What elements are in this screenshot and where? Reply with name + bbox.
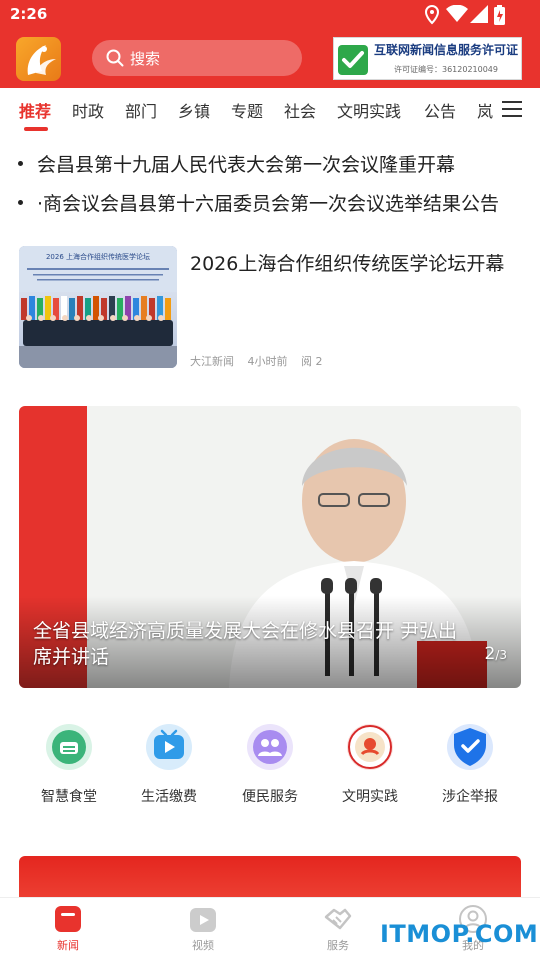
status-bar: 2:26 [0,0,540,30]
carousel-caption: 全省县域经济高质量发展大会在修水县召开 尹弘出席并讲话 [33,620,458,668]
license-title: 互联网新闻信息服务许可证 [374,43,519,57]
news-thumbnail[interactable]: 2026 上海合作组织传统医学论坛 [19,246,177,368]
tab-towns[interactable]: 乡镇 [178,98,210,122]
handshake-icon [323,904,353,934]
headline-carousel[interactable]: 全省县域经济高质量发展大会在修水县召开 尹弘出席并讲话 2/3 [19,406,521,688]
site-watermark: ITMOP.COM [380,920,539,948]
nav-label: 新闻 [57,939,79,952]
carousel-page-total: /3 [495,648,507,662]
carousel-page-current: 2 [484,644,496,664]
app-logo-icon [27,45,56,75]
app-header: 2:26 搜索 互联网新闻信息服务许可证 许可证编号：36120210049 [0,0,540,88]
app-logo[interactable] [16,37,61,81]
news-icon [53,904,83,934]
news-source: 大江新闻 [190,355,234,368]
nav-services[interactable]: 服务 [303,904,373,953]
category-tabs: 推荐 时政 部门 乡镇 专题 社会 文明实践 公告 岚 [0,88,540,132]
location-icon [424,5,440,25]
tv-payment-icon [146,724,192,770]
service-label: 文明实践 [342,789,398,805]
service-civilization[interactable]: 文明实践 [320,724,420,806]
carousel-page-indicator: 2/3 [484,644,507,664]
status-icons [424,5,508,27]
news-reads: 阅 2 [301,355,323,368]
battery-icon [494,5,505,25]
tab-society[interactable]: 社会 [284,98,316,122]
service-label: 便民服务 [242,789,298,805]
wifi-icon [446,5,468,22]
canteen-icon [46,724,92,770]
service-label: 智慧食堂 [41,789,97,805]
search-bar[interactable]: 搜索 [92,40,302,76]
search-icon [106,49,124,67]
video-icon [188,904,218,934]
tab-lan[interactable]: 岚 [477,98,493,122]
service-enterprise-report[interactable]: 涉企举报 [420,724,520,806]
service-convenience[interactable]: 便民服务 [220,724,320,806]
service-canteen[interactable]: 智慧食堂 [19,724,119,806]
nav-label: 视频 [192,939,214,952]
thumb-banner-text: 2026 上海合作组织传统医学论坛 [46,252,150,261]
nav-video[interactable]: 视频 [168,904,238,953]
tab-civilization[interactable]: 文明实践 [337,98,401,122]
license-code: 许可证编号：36120210049 [394,65,498,74]
service-label: 涉企举报 [442,789,498,805]
service-label: 生活缴费 [141,789,197,805]
search-placeholder: 搜索 [130,50,161,68]
tab-politics[interactable]: 时政 [72,98,104,122]
tab-topics[interactable]: 专题 [231,98,263,122]
check-icon [338,45,368,75]
service-payment[interactable]: 生活缴费 [119,724,219,806]
bullet-dot [18,200,23,205]
bullet-dot [18,161,23,166]
shield-check-icon [447,724,493,770]
news-meta: 大江新闻 4小时前 阅 2 [190,353,333,369]
signal-icon [470,5,488,23]
status-time: 2:26 [10,5,48,23]
news-title[interactable]: 2026上海合作组织传统医学论坛开幕 [190,249,530,276]
headline-item[interactable]: ·商会议会昌县第十六届委员会第一次会议选举结果公告 [18,189,528,216]
nav-label: 服务 [327,939,349,952]
tab-announcements[interactable]: 公告 [424,98,456,122]
people-service-icon [247,724,293,770]
civilization-emblem-icon [347,724,393,770]
tab-departments[interactable]: 部门 [125,98,157,122]
menu-icon[interactable] [502,101,522,117]
headline-text: 会昌县第十九届人民代表大会第一次会议隆重开幕 [37,154,456,176]
nav-news[interactable]: 新闻 [33,904,103,953]
news-time: 4小时前 [247,355,288,368]
tab-recommend[interactable]: 推荐 [19,98,51,122]
headline-item[interactable]: 会昌县第十九届人民代表大会第一次会议隆重开幕 [18,150,528,177]
headline-text: ·商会议会昌县第十六届委员会第一次会议选举结果公告 [37,193,500,215]
license-badge[interactable]: 互联网新闻信息服务许可证 许可证编号：36120210049 [333,37,522,80]
active-tab-indicator [24,127,48,131]
